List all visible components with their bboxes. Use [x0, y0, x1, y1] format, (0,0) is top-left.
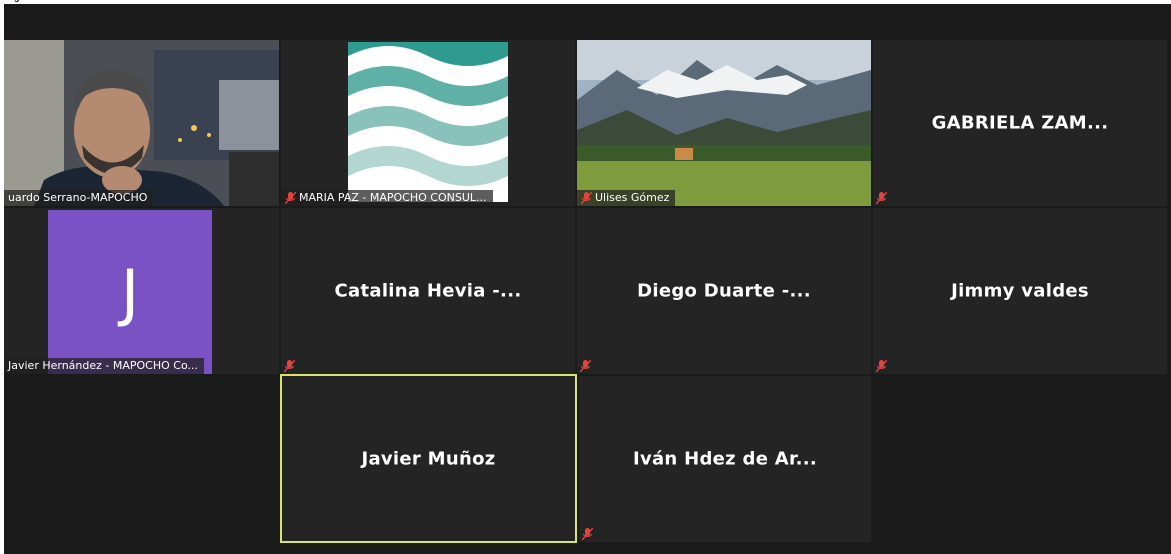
microphone-muted-icon	[285, 192, 296, 204]
microphone-muted-icon	[284, 360, 295, 372]
participant-display-name: Iván Hdez de Ar...	[632, 448, 818, 470]
microphone-muted-icon	[580, 360, 591, 372]
participant-name-label: uardo Serrano-MAPOCHO	[4, 190, 154, 206]
participant-display-name: Diego Duarte -...	[637, 280, 811, 302]
participant-logo-waves	[348, 42, 508, 202]
participant-name-label: Javier Hernández - MAPOCHO Co...	[4, 358, 204, 374]
participant-tile-video[interactable]: MARIA PAZ - MAPOCHO CONSUL...	[281, 40, 575, 206]
participant-display-name: Jimmy valdes	[951, 280, 1089, 302]
participant-display-name: Catalina Hevia -...	[334, 280, 522, 302]
participant-display-name: Javier Muñoz	[361, 448, 496, 469]
participant-tile[interactable]: Iván Hdez de Ar...	[579, 376, 871, 542]
microphone-muted-icon	[876, 192, 887, 204]
participant-video-feed	[4, 40, 279, 206]
participant-name-label: Ulises Gómez	[577, 190, 676, 206]
participant-tile[interactable]: Jimmy valdes	[873, 208, 1167, 374]
participant-name-label: MARIA PAZ - MAPOCHO CONSUL...	[281, 190, 493, 206]
participant-tile-video[interactable]: uardo Serrano-MAPOCHO	[4, 40, 279, 206]
microphone-muted-icon	[876, 360, 887, 372]
participant-tile[interactable]: Diego Duarte -...	[577, 208, 871, 374]
participant-avatar: J	[48, 210, 212, 374]
window-title-fragment: g	[14, 0, 20, 2]
participant-tile[interactable]: J Javier Hernández - MAPOCHO Co...	[4, 208, 279, 374]
microphone-muted-icon	[582, 528, 593, 540]
participant-video-feed	[577, 40, 871, 206]
participant-display-name: GABRIELA ZAM...	[931, 112, 1109, 134]
meeting-gallery-view: uardo Serrano-MAPOCHO MARIA PAZ - MAPOCH…	[4, 4, 1171, 554]
microphone-muted-icon	[581, 192, 592, 204]
participant-tile[interactable]: GABRIELA ZAM...	[873, 40, 1167, 206]
participant-tile[interactable]: Catalina Hevia -...	[281, 208, 575, 374]
participant-tile-active-speaker[interactable]: Javier Muñoz	[280, 374, 577, 543]
participant-tile-video[interactable]: Ulises Gómez	[577, 40, 871, 206]
